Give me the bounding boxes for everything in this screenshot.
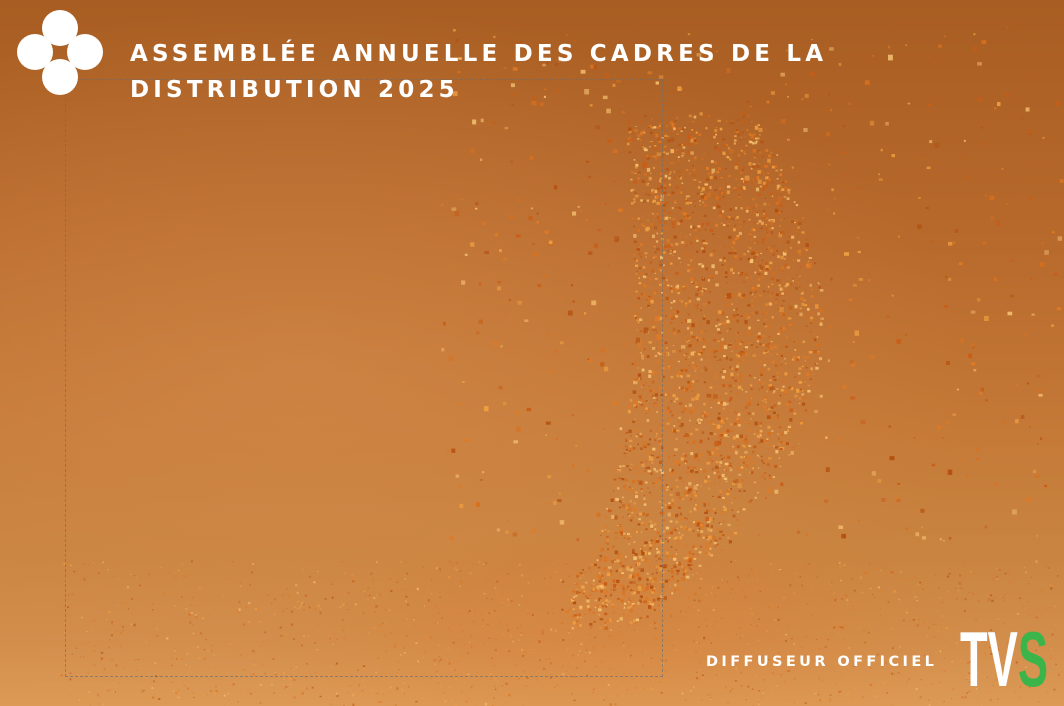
tvs-logo: TVS (960, 622, 1048, 690)
event-slide: ASSEMBLÉE ANNUELLE DES CADRES DE LA DIST… (0, 0, 1064, 706)
selection-frame[interactable] (65, 79, 663, 677)
event-title: ASSEMBLÉE ANNUELLE DES CADRES DE LA DIST… (130, 41, 828, 103)
svg-text:TVS: TVS (960, 622, 1048, 690)
four-circle-cluster-icon (17, 10, 103, 95)
official-broadcaster-label: DIFFUSEUR OFFICIEL (706, 654, 938, 670)
